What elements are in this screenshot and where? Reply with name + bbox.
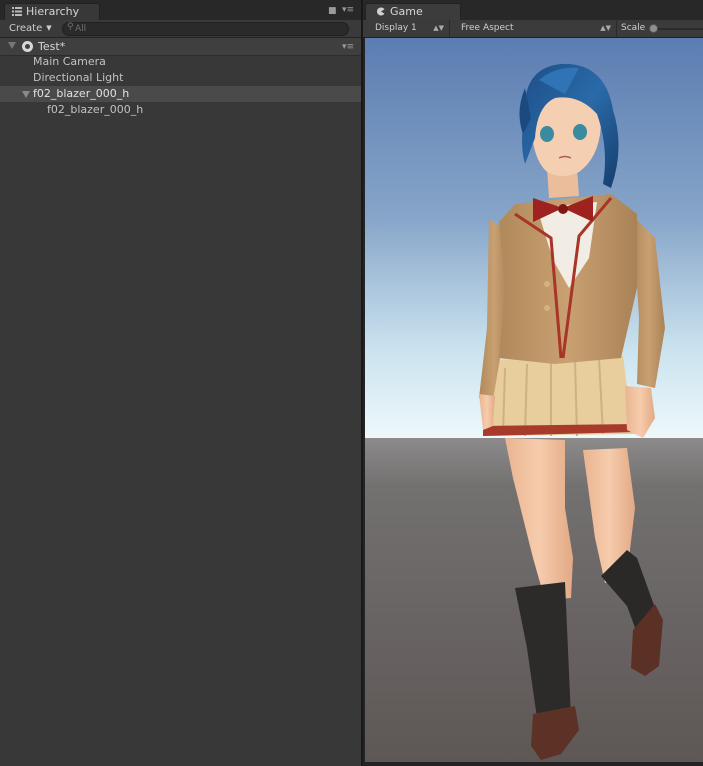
aspect-dropdown[interactable]: Free Aspect ▲▼ [449,20,617,37]
hierarchy-item-label: f02_blazer_000_h [33,87,130,100]
tab-game-label: Game [390,5,423,18]
hierarchy-item-label: f02_blazer_000_h [47,103,144,116]
display-label: Display 1 [375,23,417,33]
unity-scene-icon [22,41,33,52]
search-input[interactable] [75,23,337,35]
list-icon [12,7,22,16]
search-box[interactable]: ⚲ [62,22,349,36]
hierarchy-toolbar: Create ▼ ⚲ [0,20,361,38]
panel-menu-icon[interactable]: ▾≡ [342,6,354,15]
up-down-arrow-icon: ▲▼ [433,24,444,32]
game-tab-bar: Game [363,0,703,20]
scene-name: Test* [38,40,66,53]
dropdown-arrow-icon: ▼ [46,24,52,32]
search-icon: ⚲ [67,22,74,32]
skirt [483,356,637,436]
hierarchy-item-main-camera[interactable]: Main Camera [0,54,361,70]
hierarchy-item-label: Directional Light [33,71,124,84]
hierarchy-panel: Hierarchy ■ ▾≡ Create▼ ⚲ Test* ▾≡ Main C… [0,0,363,766]
game-controller-icon [376,7,386,16]
eye-left [573,124,587,140]
hierarchy-item-label: Main Camera [33,55,106,68]
scale-label: Scale [621,23,646,33]
scene-menu-icon[interactable]: ▾≡ [342,42,354,52]
game-viewport[interactable] [365,38,703,762]
game-panel: Game Display 1 ▲▼ Free Aspect ▲▼ Scale [363,0,703,766]
up-down-arrow-icon: ▲▼ [600,24,611,32]
hierarchy-item-f02-blazer[interactable]: f02_blazer_000_h [0,86,361,102]
scale-slider-handle[interactable] [649,24,658,33]
game-toolbar: Display 1 ▲▼ Free Aspect ▲▼ Scale [363,20,703,38]
tab-hierarchy[interactable]: Hierarchy [4,3,100,20]
hierarchy-item-directional-light[interactable]: Directional Light [0,70,361,86]
tab-hierarchy-label: Hierarchy [26,5,80,18]
eye-right [540,126,554,142]
game-render [365,38,703,762]
lock-icon[interactable]: ■ [328,7,337,16]
display-dropdown[interactable]: Display 1 ▲▼ [363,20,450,37]
hierarchy-item-f02-blazer-child[interactable]: f02_blazer_000_h [0,102,361,118]
create-label: Create [9,23,43,34]
aspect-label: Free Aspect [461,23,514,33]
create-dropdown-button[interactable]: Create ▼ [9,22,52,35]
tab-game[interactable]: Game [365,3,461,20]
expand-triangle-icon[interactable] [22,91,30,98]
hierarchy-tab-bar: Hierarchy ■ ▾≡ [0,0,361,20]
expand-triangle-icon[interactable] [8,42,16,49]
